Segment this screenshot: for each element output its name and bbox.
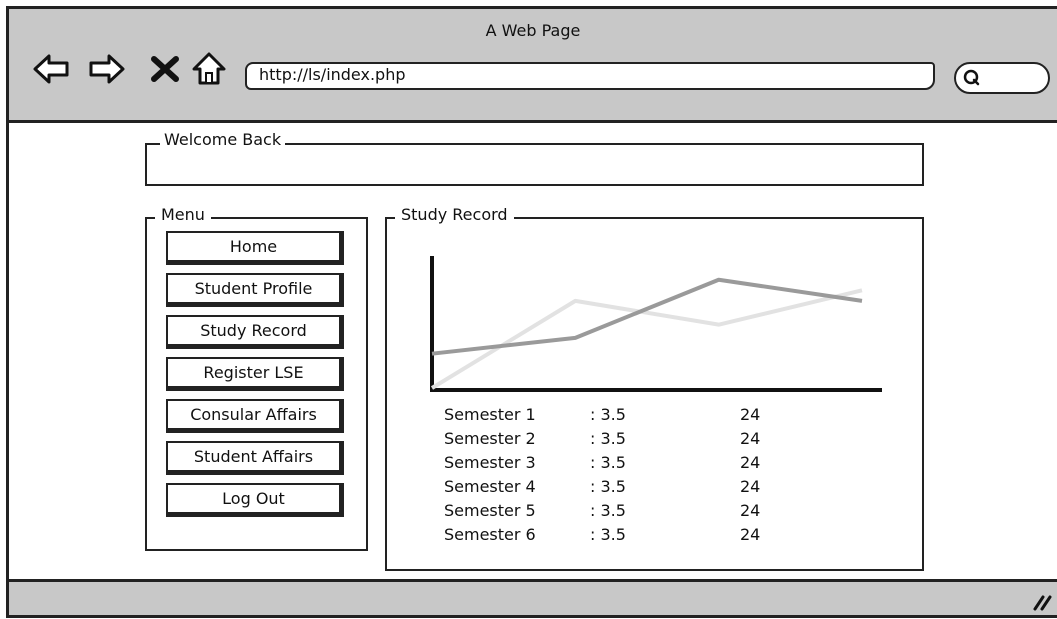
student-affairs-button[interactable]: Student Affairs [166, 441, 344, 475]
record-credits: 24 [740, 525, 761, 544]
search-icon [963, 69, 980, 86]
register-lse-button[interactable]: Register LSE [166, 357, 344, 391]
window-title: A Web Page [485, 21, 581, 40]
log-out-button[interactable]: Log Out [166, 483, 344, 517]
record-gpa: : 3.5 [590, 477, 626, 496]
record-credits: 24 [740, 453, 761, 472]
welcome-label: Welcome Back [160, 130, 286, 149]
record-semester: Semester 2 [444, 429, 536, 448]
record-semester: Semester 6 [444, 525, 536, 544]
url-input[interactable]: http://ls/index.php [245, 62, 935, 90]
status-bar [9, 579, 1057, 615]
forward-icon[interactable] [87, 49, 127, 89]
home-button[interactable]: Home [166, 231, 344, 265]
record-credits: 24 [740, 405, 761, 424]
record-gpa: : 3.5 [590, 501, 626, 520]
record-semester: Semester 3 [444, 453, 536, 472]
record-gpa: : 3.5 [590, 429, 626, 448]
record-semester: Semester 4 [444, 477, 536, 496]
record-credits: 24 [740, 501, 761, 520]
record-semester: Semester 5 [444, 501, 536, 520]
home-icon[interactable] [189, 49, 229, 89]
record-credits: 24 [740, 429, 761, 448]
study-record-button[interactable]: Study Record [166, 315, 344, 349]
chart-series-line-2 [430, 288, 863, 390]
search-field[interactable] [954, 62, 1050, 94]
study-record-chart [430, 256, 882, 392]
study-record-panel-label: Study Record [395, 205, 514, 225]
record-gpa: : 3.5 [590, 453, 626, 472]
record-credits: 24 [740, 477, 761, 496]
consular-affairs-button[interactable]: Consular Affairs [166, 399, 344, 433]
chart-series-line-1 [431, 277, 863, 356]
record-semester: Semester 1 [444, 405, 536, 424]
back-icon[interactable] [31, 49, 71, 89]
browser-toolbar: A Web Page http://ls/index.php [9, 9, 1057, 123]
record-gpa: : 3.5 [590, 405, 626, 424]
resize-grip-icon[interactable] [1031, 591, 1053, 611]
record-gpa: : 3.5 [590, 525, 626, 544]
close-icon[interactable] [145, 49, 185, 89]
student-profile-button[interactable]: Student Profile [166, 273, 344, 307]
menu-panel-label: Menu [155, 205, 211, 225]
welcome-panel [145, 143, 924, 186]
menu-panel: Menu Home Student Profile Study Record R… [145, 205, 368, 551]
